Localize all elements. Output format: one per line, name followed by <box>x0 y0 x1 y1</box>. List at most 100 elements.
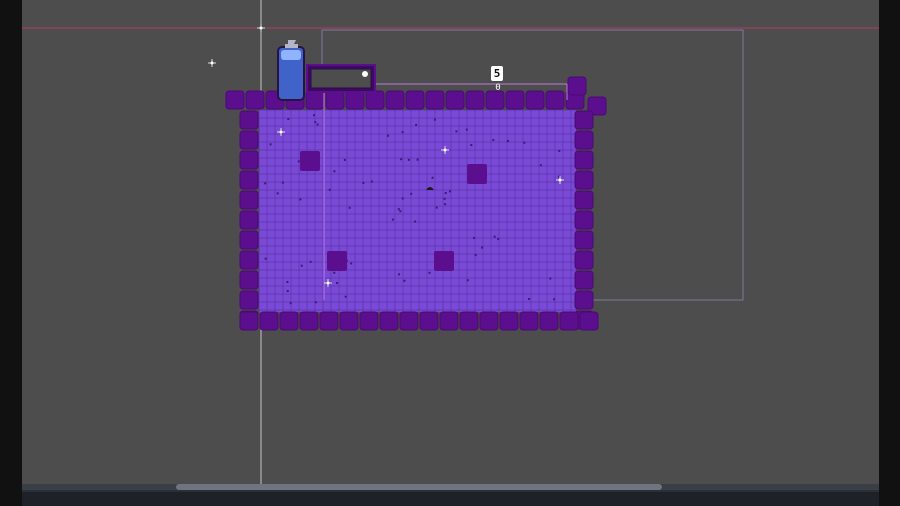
wall-tile <box>339 311 359 331</box>
wall-tile <box>567 76 587 96</box>
wall-tile <box>399 311 419 331</box>
wall-tile <box>319 311 339 331</box>
gas-tank-icon[interactable] <box>277 40 305 101</box>
floor-speck <box>443 197 446 200</box>
editor-viewport[interactable]: 5 0 <box>22 0 879 484</box>
wall-tile <box>574 230 594 250</box>
floor-speck <box>401 197 404 200</box>
obstacle-block <box>327 251 347 271</box>
floor-speck <box>350 262 353 265</box>
floor-speck <box>539 164 542 167</box>
floor-speck <box>528 297 531 300</box>
floor-speck <box>465 128 468 131</box>
crosshair-gizmo-icon[interactable] <box>208 59 216 67</box>
wall-tile <box>279 311 299 331</box>
wall-tile <box>574 150 594 170</box>
right-edge-bar <box>879 0 900 506</box>
floor-speck <box>435 206 438 209</box>
floor-speck <box>507 139 510 142</box>
floor-speck <box>407 158 410 161</box>
floor-speck <box>403 279 406 282</box>
hud-sub-counter: 0 <box>495 83 501 93</box>
floor-speck <box>397 208 400 211</box>
wall-tile <box>465 90 485 110</box>
floor-speck <box>314 121 317 124</box>
wall-tile <box>574 130 594 150</box>
wall-tile <box>245 90 265 110</box>
floor-speck <box>276 192 279 195</box>
wall-tile <box>239 170 259 190</box>
wall-tile <box>574 210 594 230</box>
floor-speck <box>269 143 272 146</box>
floor-speck <box>492 139 495 142</box>
wall-tile <box>359 311 379 331</box>
wall-tile <box>485 90 505 110</box>
wall-tile <box>239 270 259 290</box>
floor-speck <box>297 160 300 163</box>
wall-tile <box>259 311 279 331</box>
wall-tile <box>305 90 325 110</box>
floor-speck <box>416 158 419 161</box>
floor-speck <box>470 144 473 147</box>
room-floor <box>259 110 576 312</box>
floor-speck <box>333 170 336 173</box>
wall-tile <box>239 210 259 230</box>
floor-speck <box>414 220 417 223</box>
floor-speck <box>264 182 267 185</box>
horizontal-scrollbar-thumb[interactable] <box>176 484 662 490</box>
room-tilemap[interactable] <box>225 76 607 331</box>
floor-speck <box>410 192 413 195</box>
wall-tile <box>574 190 594 210</box>
wall-tile <box>574 110 594 130</box>
wall-tile <box>239 110 259 130</box>
floor-speck <box>299 198 302 201</box>
floor-speck <box>455 130 458 133</box>
floor-speck <box>287 117 290 120</box>
wall-tile <box>385 90 405 110</box>
wall-tile <box>574 250 594 270</box>
wall-tile <box>419 311 439 331</box>
floor-speck <box>444 192 447 195</box>
floor-speck <box>399 210 402 213</box>
left-edge-bar <box>0 0 22 506</box>
wall-tile <box>519 311 539 331</box>
floor-speck <box>553 298 556 301</box>
floor-speck <box>428 271 431 274</box>
wall-tile <box>539 311 559 331</box>
wall-tile <box>559 311 579 331</box>
item-panel-icon[interactable] <box>306 64 376 93</box>
floor-speck <box>309 260 312 263</box>
floor-speck <box>313 114 316 117</box>
floor-speck <box>387 134 390 137</box>
obstacle-block <box>300 151 320 171</box>
floor-speck <box>497 238 500 241</box>
wall-tile <box>505 90 525 110</box>
horizontal-scrollbar[interactable] <box>22 484 879 490</box>
wall-tile <box>239 230 259 250</box>
crosshair-gizmo-icon[interactable] <box>257 24 265 32</box>
floor-speck <box>286 289 289 292</box>
floor-speck <box>466 279 469 282</box>
wall-tile <box>574 170 594 190</box>
footer-strip <box>22 492 879 506</box>
wall-tile <box>574 290 594 310</box>
bottom-panel <box>22 484 879 506</box>
wall-tile <box>239 290 259 310</box>
floor-speck <box>371 180 374 183</box>
floor-speck <box>415 123 418 126</box>
wall-tile <box>365 90 385 110</box>
floor-speck <box>335 281 338 284</box>
floor-speck <box>523 141 526 144</box>
wall-tile <box>425 90 445 110</box>
floor-speck <box>431 176 434 179</box>
floor-speck <box>316 123 319 126</box>
floor-speck <box>398 273 401 276</box>
floor-speck <box>264 257 267 260</box>
floor-speck <box>549 277 552 280</box>
wall-tile <box>525 90 545 110</box>
floor-speck <box>344 295 347 298</box>
floor-speck <box>401 131 404 134</box>
floor-speck <box>286 280 289 283</box>
scene-canvas[interactable] <box>22 0 879 484</box>
wall-tile <box>379 311 399 331</box>
